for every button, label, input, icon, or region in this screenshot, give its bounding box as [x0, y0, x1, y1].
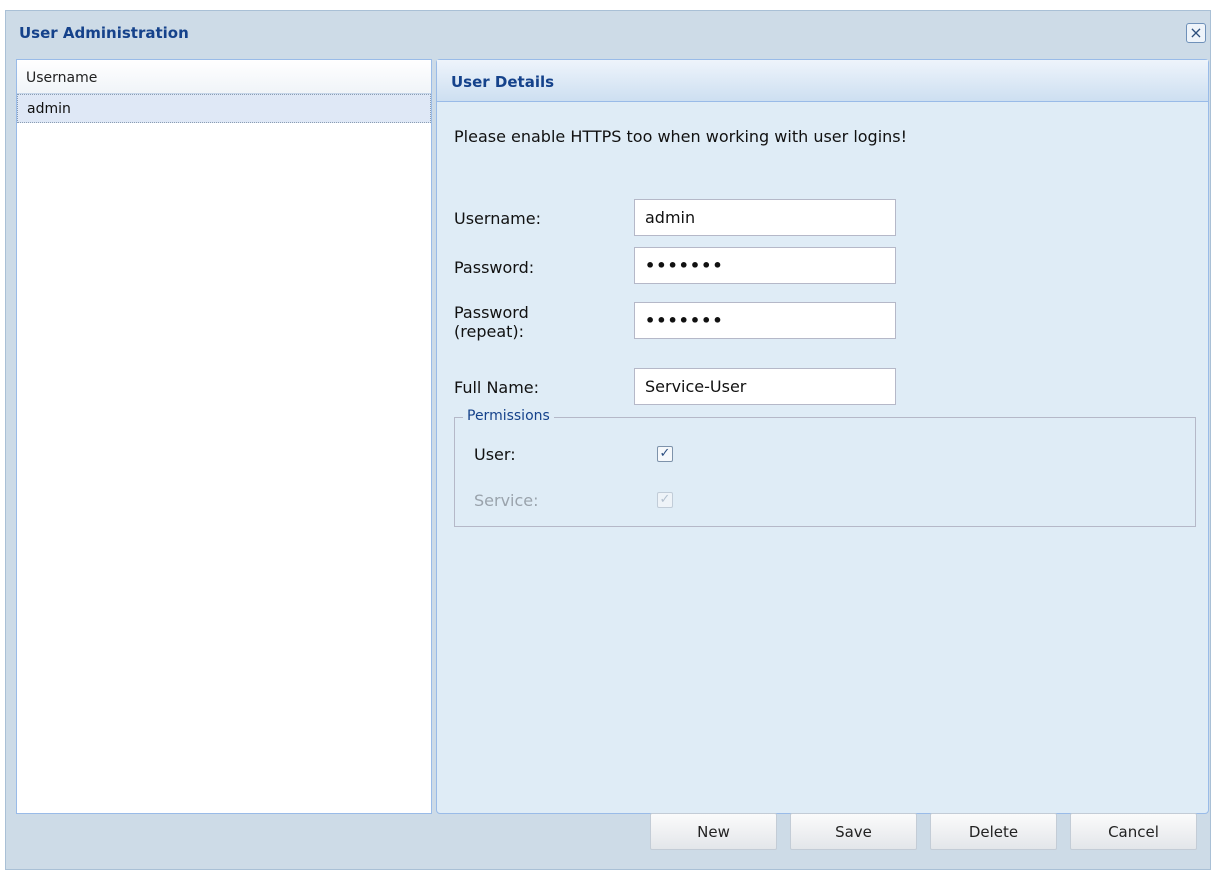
username-field[interactable]: [634, 199, 896, 236]
column-header-username[interactable]: Username: [17, 60, 431, 94]
delete-button[interactable]: Delete: [930, 813, 1057, 850]
window-title: User Administration: [19, 24, 189, 42]
full-name-field[interactable]: [634, 368, 896, 405]
https-notice: Please enable HTTPS too when working wit…: [454, 127, 908, 146]
full-name-label: Full Name:: [454, 378, 540, 397]
save-button[interactable]: Save: [790, 813, 917, 850]
permissions-legend: Permissions: [463, 408, 554, 424]
password-repeat-label: Password (repeat):: [454, 303, 529, 341]
password-repeat-field[interactable]: •••••••: [634, 302, 896, 339]
table-row[interactable]: admin: [17, 94, 431, 123]
password-label: Password:: [454, 258, 535, 277]
user-permission-checkbox[interactable]: ✓: [657, 446, 673, 462]
password-repeat-label-line2: (repeat):: [454, 322, 525, 341]
password-field[interactable]: •••••••: [634, 247, 896, 284]
user-permission-label: User:: [474, 445, 516, 464]
close-icon[interactable]: ×: [1186, 23, 1206, 43]
username-label: Username:: [454, 209, 541, 228]
user-details-panel: User Details Please enable HTTPS too whe…: [436, 59, 1209, 814]
user-administration-window: User Administration × Username admin Use…: [5, 10, 1211, 870]
cancel-button[interactable]: Cancel: [1070, 813, 1197, 850]
details-header: User Details: [437, 60, 1208, 102]
service-permission-label: Service:: [474, 491, 539, 510]
row-username: admin: [27, 101, 71, 117]
window-titlebar: User Administration ×: [6, 11, 1210, 55]
user-list-panel: Username admin: [16, 59, 432, 814]
new-button[interactable]: New: [650, 813, 777, 850]
password-repeat-label-line1: Password: [454, 303, 529, 322]
service-permission-checkbox: ✓: [657, 492, 673, 508]
permissions-fieldset: Permissions User: ✓ Service: ✓: [454, 408, 1196, 527]
